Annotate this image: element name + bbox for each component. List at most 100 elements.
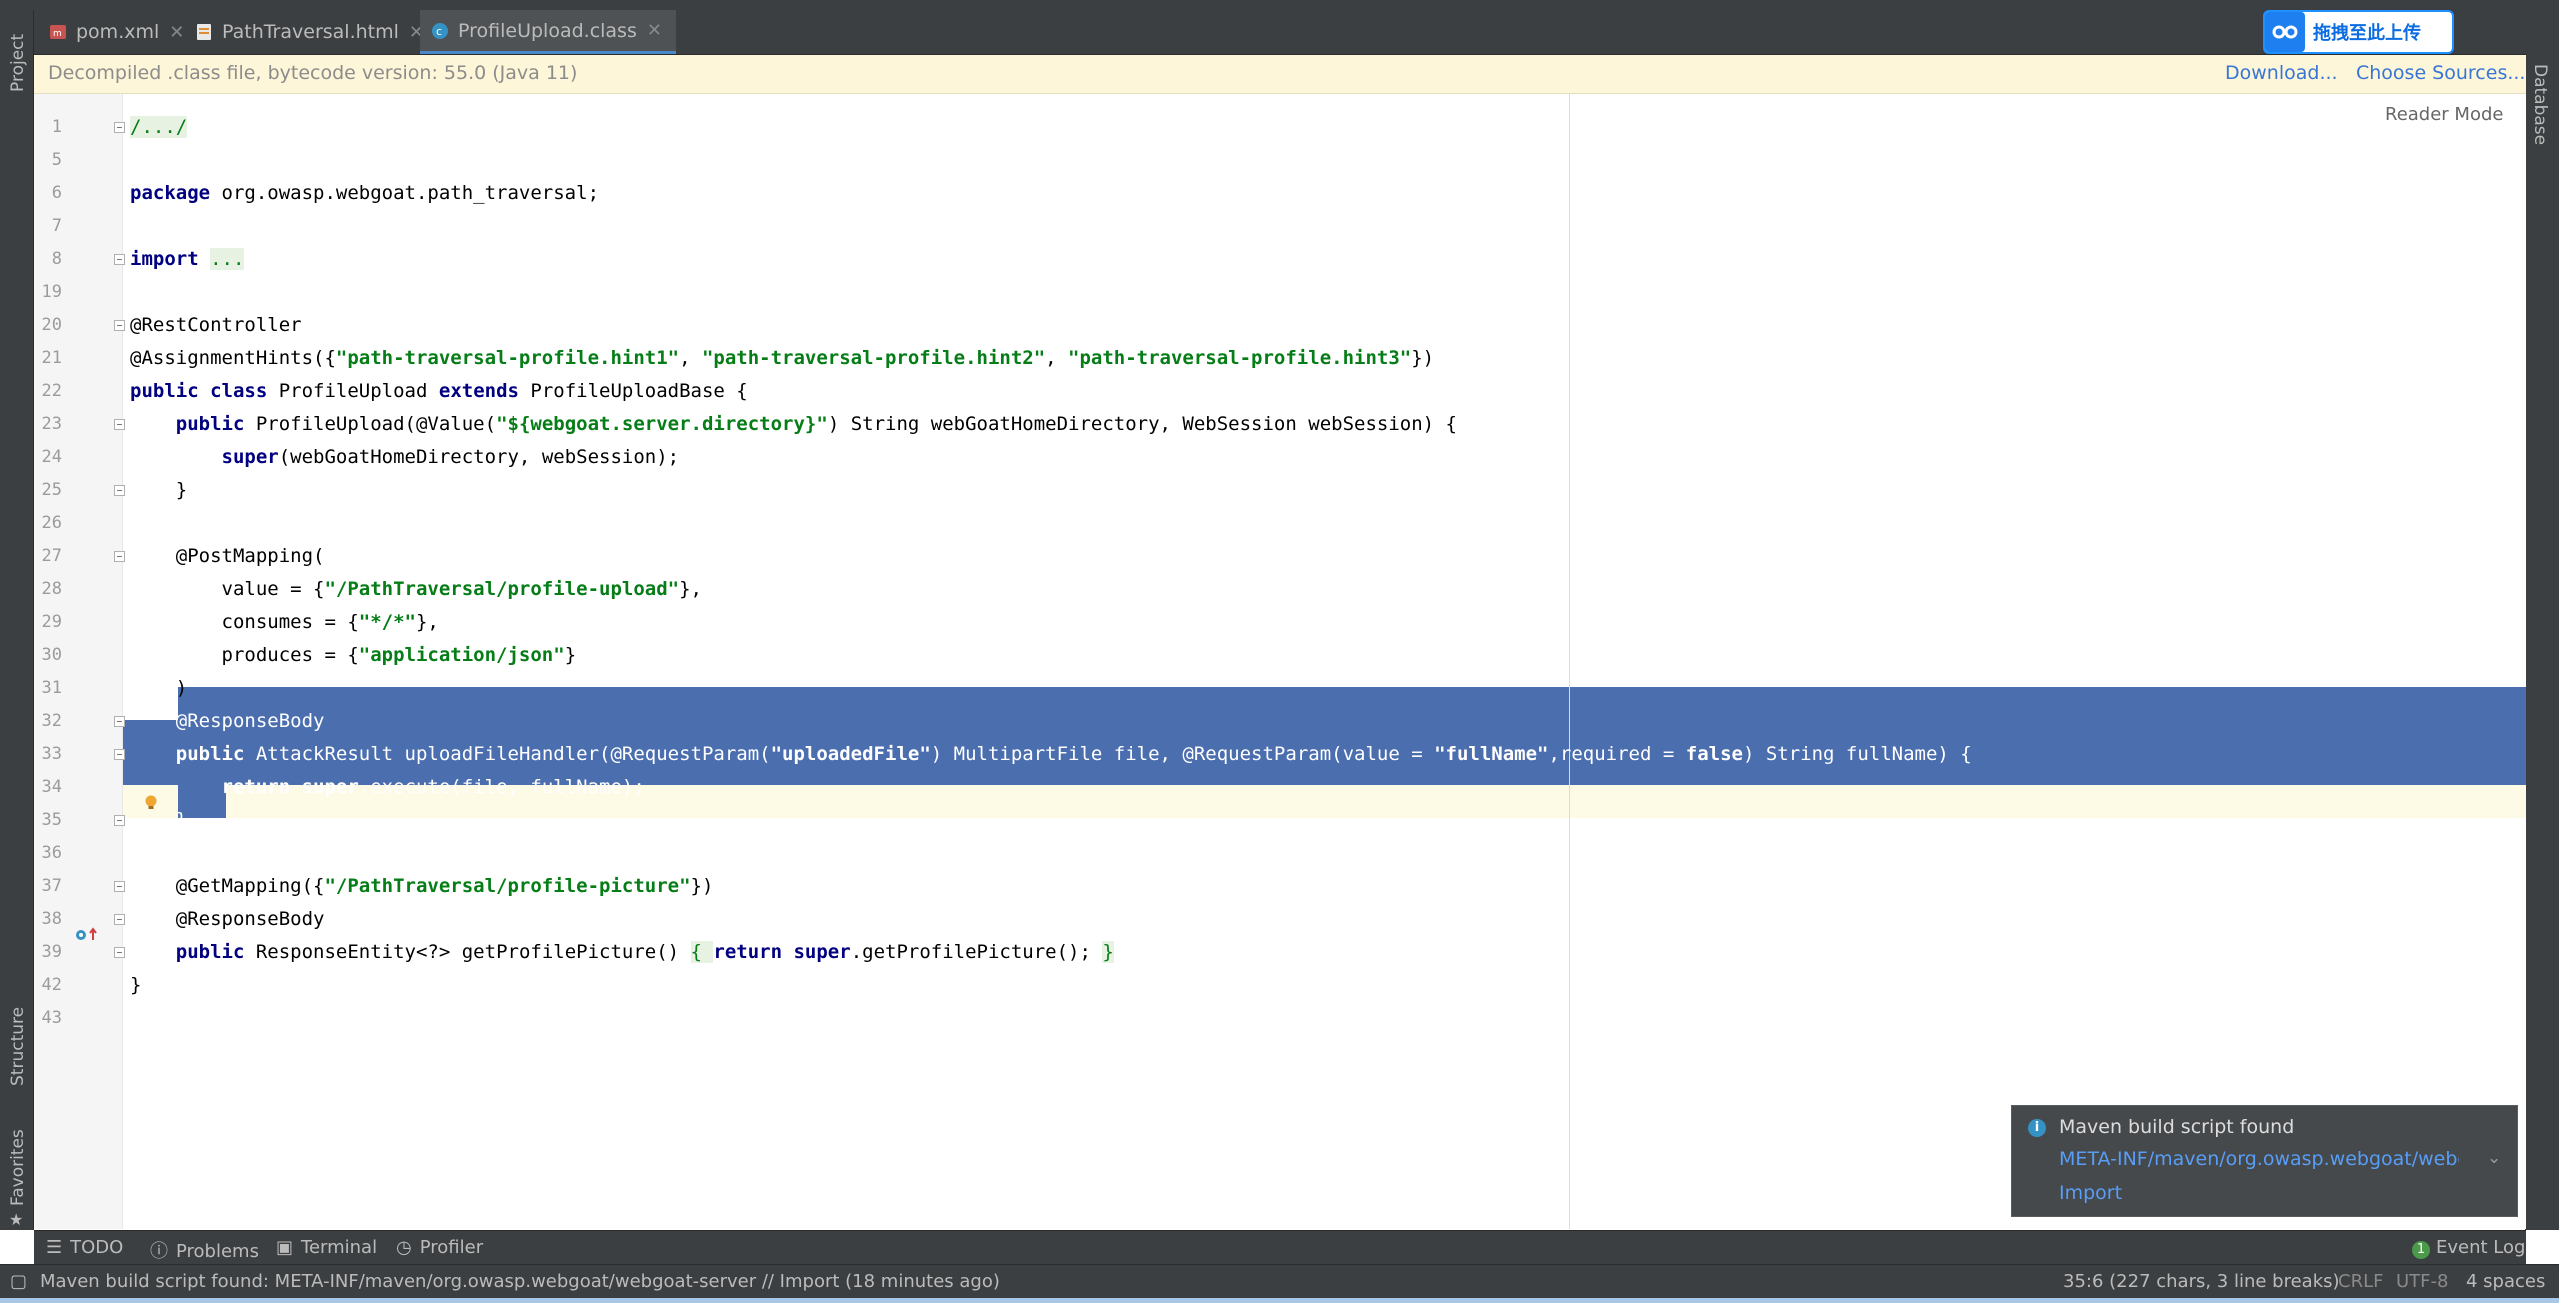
code-line[interactable]: 39 public ResponseEntity<?> getProfilePi…	[34, 936, 2526, 969]
override-marker-icon[interactable]	[74, 927, 102, 943]
code-line[interactable]: 25 }	[34, 474, 2526, 507]
fold-toggle-icon[interactable]	[114, 419, 125, 430]
line-number[interactable]: 37	[34, 870, 62, 903]
tab-pathtraversal-html[interactable]: PathTraversal.html ✕	[194, 10, 424, 54]
code-line[interactable]: 31 )	[34, 672, 2526, 705]
code-token: ) String webGoatHomeDirectory, WebSessio…	[827, 413, 1457, 435]
lightbulb-icon[interactable]	[144, 795, 158, 809]
code-line[interactable]: 24 super(webGoatHomeDirectory, webSessio…	[34, 441, 2526, 474]
code-line[interactable]: 22 public class ProfileUpload extends Pro…	[34, 375, 2526, 408]
line-number[interactable]: 35	[34, 804, 62, 837]
code-line[interactable]: 5	[34, 144, 2526, 177]
line-number[interactable]: 6	[34, 177, 62, 210]
code-line[interactable]: 27 @PostMapping(	[34, 540, 2526, 573]
fold-toggle-icon[interactable]	[114, 881, 125, 892]
file-encoding[interactable]: UTF-8	[2396, 1271, 2448, 1292]
choose-sources-link[interactable]: Choose Sources...	[2356, 62, 2525, 84]
line-number[interactable]: 20	[34, 309, 62, 342]
status-toggle-icon[interactable]: ▢	[10, 1271, 27, 1292]
fold-toggle-icon[interactable]	[114, 749, 125, 760]
line-number[interactable]: 5	[34, 144, 62, 177]
indent-setting[interactable]: 4 spaces	[2466, 1271, 2545, 1292]
fold-toggle-icon[interactable]	[114, 947, 125, 958]
code-line[interactable]: 37 @GetMapping({"/PathTraversal/profile-…	[34, 870, 2526, 903]
status-message[interactable]: Maven build script found: META-INF/maven…	[40, 1271, 1000, 1292]
tab-profileupload-class[interactable]: c ProfileUpload.class ✕	[420, 10, 676, 54]
upload-badge[interactable]: 拖拽至此上传	[2263, 10, 2454, 54]
line-number[interactable]: 38	[34, 903, 62, 936]
todo-tool-button[interactable]: ☰ TODO	[46, 1237, 123, 1258]
code-line[interactable]: 35 }	[34, 804, 2526, 837]
line-number[interactable]: 28	[34, 573, 62, 606]
database-tool-button[interactable]: Database	[2530, 64, 2550, 145]
code-line[interactable]: 34 return super.execute(file, fullName);	[34, 771, 2526, 804]
code-line[interactable]: 21 @AssignmentHints({"path-traversal-prof…	[34, 342, 2526, 375]
download-link[interactable]: Download...	[2225, 62, 2338, 84]
fold-toggle-icon[interactable]	[114, 551, 125, 562]
code-line[interactable]: 19	[34, 276, 2526, 309]
line-number[interactable]: 21	[34, 342, 62, 375]
line-number[interactable]: 26	[34, 507, 62, 540]
code-line[interactable]: 33 public AttackResult uploadFileHandler…	[34, 738, 2526, 771]
caret-position[interactable]: 35:6 (227 chars, 3 line breaks)	[2063, 1271, 2340, 1292]
line-number[interactable]: 27	[34, 540, 62, 573]
code-line[interactable]: 26	[34, 507, 2526, 540]
terminal-tool-button[interactable]: ▣ Terminal	[276, 1237, 377, 1258]
line-number[interactable]: 19	[34, 276, 62, 309]
code-line[interactable]: 1 /.../	[34, 111, 2526, 144]
code-line[interactable]: 36	[34, 837, 2526, 870]
line-number[interactable]: 39	[34, 936, 62, 969]
code-editor[interactable]: Reader Mode 1/.../5 6 package org.owasp.we…	[34, 94, 2526, 1229]
line-number[interactable]: 24	[34, 441, 62, 474]
code-line[interactable]: 28 value = {"/PathTraversal/profile-uplo…	[34, 573, 2526, 606]
code-line[interactable]: 8 import ...	[34, 243, 2526, 276]
code-line[interactable]: 7	[34, 210, 2526, 243]
line-number[interactable]: 42	[34, 969, 62, 1002]
code-line[interactable]: 20 @RestController	[34, 309, 2526, 342]
line-number[interactable]: 23	[34, 408, 62, 441]
fold-toggle-icon[interactable]	[114, 485, 125, 496]
code-line[interactable]: 32 @ResponseBody	[34, 705, 2526, 738]
import-link[interactable]: Import	[2059, 1182, 2122, 1204]
project-tool-button[interactable]: Project	[8, 34, 28, 92]
close-icon[interactable]: ✕	[169, 22, 184, 43]
line-number[interactable]: 29	[34, 606, 62, 639]
fold-toggle-icon[interactable]	[114, 815, 125, 826]
line-number[interactable]: 36	[34, 837, 62, 870]
line-number[interactable]: 32	[34, 705, 62, 738]
structure-tool-button[interactable]: Structure	[8, 1007, 28, 1086]
line-number[interactable]: 1	[34, 111, 62, 144]
code-line[interactable]: 38 @ResponseBody	[34, 903, 2526, 936]
favorites-tool-button[interactable]: Favorites	[8, 1129, 28, 1206]
fold-toggle-icon[interactable]	[114, 914, 125, 925]
event-log-button[interactable]: 1 Event Log	[2412, 1237, 2525, 1259]
fold-toggle-icon[interactable]	[114, 716, 125, 727]
line-number[interactable]: 7	[34, 210, 62, 243]
code-line[interactable]: 23 public ProfileUpload(@Value("${webgoa…	[34, 408, 2526, 441]
problems-tool-button[interactable]: ⓘ Problems	[150, 1237, 259, 1263]
close-icon[interactable]: ✕	[647, 20, 662, 41]
tab-pom-xml[interactable]: m pom.xml ✕	[48, 10, 184, 54]
code-line[interactable]: 43	[34, 1002, 2526, 1035]
code-line[interactable]: 6 package org.owasp.webgoat.path_traversa…	[34, 177, 2526, 210]
line-separator[interactable]: CRLF	[2338, 1271, 2383, 1292]
code-line[interactable]: 29 consumes = {"*/*"},	[34, 606, 2526, 639]
line-number[interactable]: 25	[34, 474, 62, 507]
code-text: import ...	[130, 243, 245, 276]
line-number[interactable]: 43	[34, 1002, 62, 1035]
notification-path-link[interactable]: META-INF/maven/org.owasp.webgoat/webgoat…	[2059, 1148, 2459, 1170]
fold-toggle-icon[interactable]	[114, 254, 125, 265]
line-number[interactable]: 8	[34, 243, 62, 276]
chevron-down-icon[interactable]: ⌄	[2487, 1148, 2501, 1168]
line-number[interactable]: 31	[34, 672, 62, 705]
profiler-tool-button[interactable]: ◷ Profiler	[396, 1237, 483, 1258]
line-number[interactable]: 33	[34, 738, 62, 771]
line-number[interactable]: 22	[34, 375, 62, 408]
fold-toggle-icon[interactable]	[114, 320, 125, 331]
fold-toggle-icon[interactable]	[114, 122, 125, 133]
code-line[interactable]: 42}	[34, 969, 2526, 1002]
code-line[interactable]: 30 produces = {"application/json"}	[34, 639, 2526, 672]
line-number[interactable]: 30	[34, 639, 62, 672]
line-number[interactable]: 34	[34, 771, 62, 804]
